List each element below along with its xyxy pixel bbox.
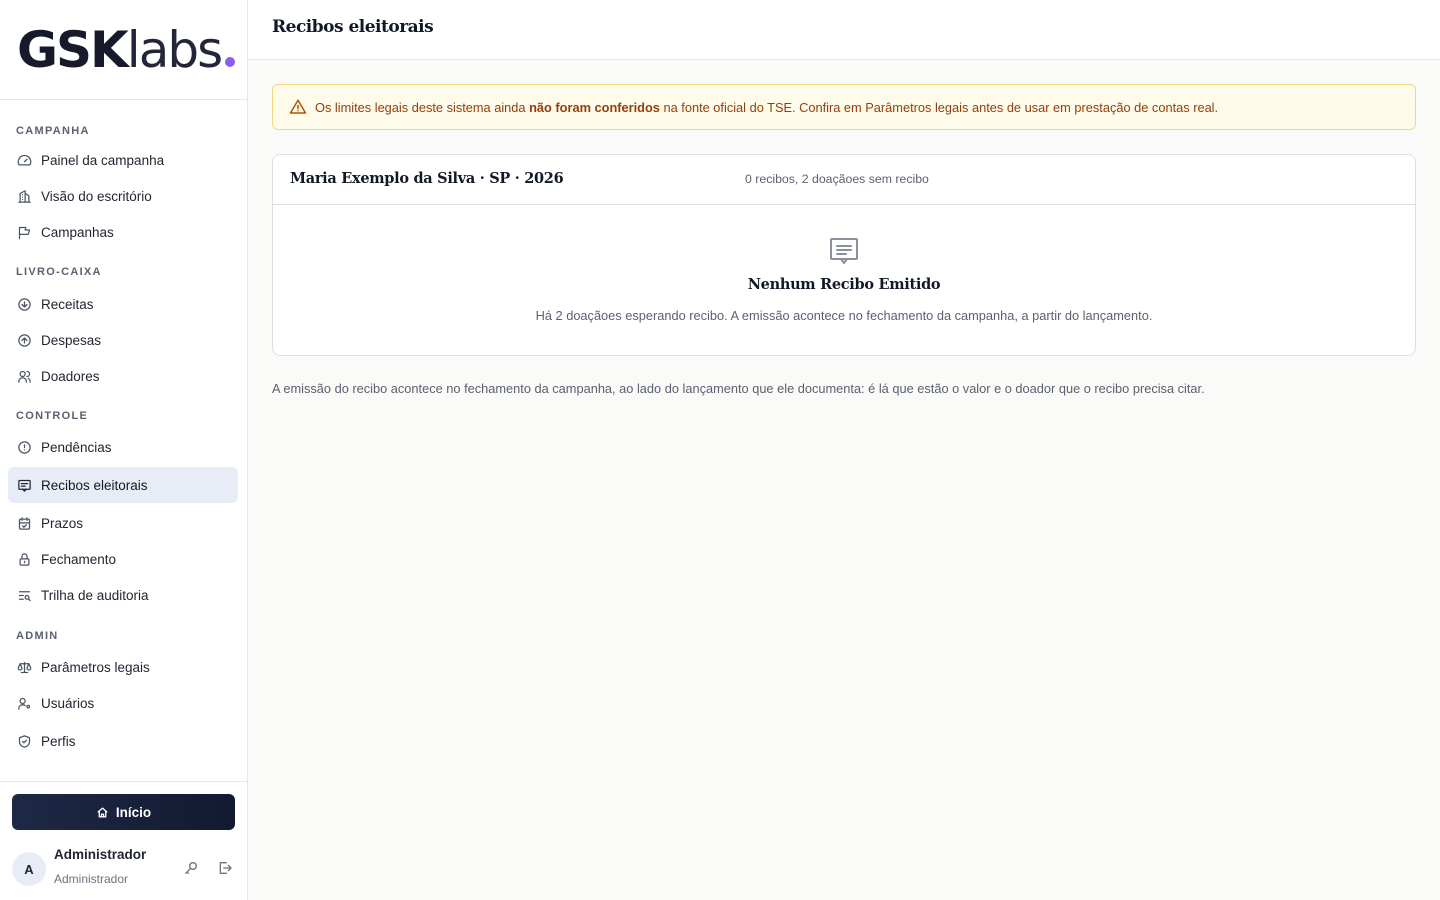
flag-icon [18,226,31,239]
sidebar-item-painel[interactable]: Painel da campanha [8,142,238,178]
user-profile: A Administrador Administrador [12,846,235,890]
footnote: A emissão do recibo acontece no fechamen… [272,381,1205,396]
sidebar-item-auditoria[interactable]: Trilha de auditoria [8,577,238,613]
sidebar-item-doadores[interactable]: Doadores [8,358,238,394]
lock-icon [19,552,30,566]
alert-circle-icon [18,440,31,454]
alert-text-before: Os limites legais deste sistema ainda [315,99,530,115]
sidebar-item-usuarios[interactable]: Usuários [8,685,238,721]
calendar-check-icon [18,516,31,530]
legal-limits-alert: Os limites legais deste sistema ainda nã… [272,84,1416,130]
sidebar: GSKlabs CAMPANHA Painel da campanha Visã… [0,0,248,900]
sidebar-item-fechamento[interactable]: Fechamento [8,541,238,577]
sidebar-item-label: Fechamento [41,551,117,567]
shield-check-icon [18,734,31,748]
user-name: Administrador [54,847,147,862]
sidebar-item-label: Doadores [41,368,100,384]
sidebar-item-label: Recibos eleitorais [41,477,148,493]
sidebar-nav: CAMPANHA Painel da campanha Visão do esc… [0,100,247,759]
section-title-livro-caixa: LIVRO-CAIXA [16,266,102,278]
sidebar-item-pendencias[interactable]: Pendências [8,429,238,465]
campaign-title: Maria Exemplo da Silva · SP · 2026 [290,170,564,187]
arrow-up-circle-icon [18,333,31,347]
brand-bold: GSK [17,21,129,79]
page-title: Recibos eleitorais [272,17,434,37]
empty-state-description: Há 2 doaçãoes esperando recibo. A emissã… [535,308,1153,323]
alert-text-after: na fonte oficial do TSE. Confira em Parâ… [659,99,1219,115]
sidebar-item-perfis[interactable]: Perfis [8,723,238,759]
sidebar-item-label: Trilha de auditoria [41,587,149,603]
empty-state-title: Nenhum Recibo Emitido [747,276,941,293]
users-icon [18,370,31,383]
sidebar-item-label: Parâmetros legais [41,659,150,675]
receipt-count: 0 recibos, 2 doaçãoes sem recibo [745,172,929,186]
sidebar-item-label: Prazos [41,515,84,531]
section-title-campanha: CAMPANHA [16,125,90,137]
sidebar-item-label: Campanhas [41,224,114,240]
sidebar-item-prazos[interactable]: Prazos [8,505,238,541]
sidebar-item-escritorio[interactable]: Visão do escritório [8,178,238,214]
sidebar-item-campanhas[interactable]: Campanhas [8,214,238,250]
sidebar-item-recibos[interactable]: Recibos eleitorais [8,467,238,503]
brand-light: labs [126,21,223,79]
section-title-admin: ADMIN [16,630,59,642]
alert-text: Os limites legais deste sistema ainda nã… [315,100,1218,115]
user-gear-icon [18,697,31,710]
logo-area: GSKlabs [0,0,247,100]
arrow-down-circle-icon [18,297,31,311]
sidebar-item-label: Painel da campanha [41,152,165,168]
avatar[interactable]: A [12,852,46,886]
receipt-icon [830,238,858,264]
sidebar-item-label: Receitas [41,296,94,312]
home-icon [97,807,108,817]
user-role: Administrador [54,872,129,886]
brand-dot [225,57,236,67]
logout-icon[interactable] [217,860,233,876]
sidebar-item-label: Visão do escritório [41,188,152,204]
scale-icon [17,661,32,673]
brand-logo[interactable]: GSKlabs [17,22,247,78]
gauge-icon [17,154,32,165]
sidebar-footer: Início A Administrador Administrador [0,781,247,900]
home-button-label: Início [115,804,152,820]
receipt-icon [18,479,31,492]
sidebar-item-label: Perfis [41,733,76,749]
top-bar: Recibos eleitorais [248,0,1440,60]
home-button[interactable]: Início [12,794,235,830]
list-search-icon [18,590,31,601]
key-icon[interactable] [183,860,199,876]
campaign-receipts-card: Maria Exemplo da Silva · SP · 2026 0 rec… [272,154,1416,356]
sidebar-item-label: Pendências [41,439,112,455]
section-title-controle: CONTROLE [16,410,89,422]
sidebar-item-parametros[interactable]: Parâmetros legais [8,649,238,685]
alert-text-strong: não foram conferidos [529,99,660,115]
sidebar-item-label: Despesas [41,332,102,348]
sidebar-item-receitas[interactable]: Receitas [8,286,238,322]
card-header: Maria Exemplo da Silva · SP · 2026 0 rec… [273,155,1415,205]
sidebar-item-despesas[interactable]: Despesas [8,322,238,358]
building-icon [18,189,31,203]
sidebar-item-label: Usuários [41,695,95,711]
warning-icon [289,99,307,114]
main-content: Recibos eleitorais Os limites legais des… [248,0,1440,900]
